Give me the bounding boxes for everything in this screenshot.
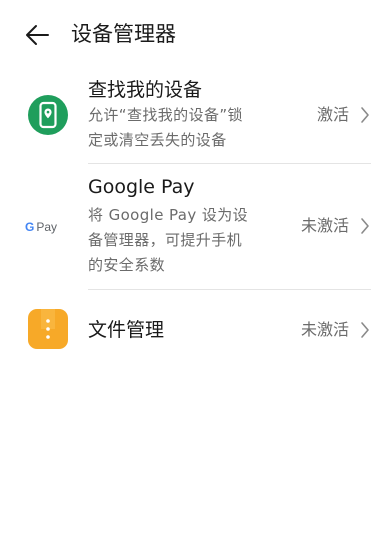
row-description-line: 将 Google Pay 设为设 [88, 206, 249, 224]
row-title: 文件管理 [88, 319, 165, 341]
device-admin-row-find-device[interactable]: 查找我的设备 允许“查找我的设备”锁 定或清空丢失的设备 激活 [0, 72, 385, 164]
google-pay-icon: G Pay [25, 216, 71, 236]
row-title: Google Pay [88, 176, 195, 198]
google-pay-icon-pay: Pay [36, 220, 58, 234]
row-description-line: 的安全系数 [88, 256, 166, 274]
row-title: 查找我的设备 [88, 79, 203, 101]
status-label: 激活 [316, 105, 349, 124]
find-device-icon [28, 95, 68, 135]
row-description: 允许“查找我的设备”锁 定或清空丢失的设备 [88, 103, 278, 153]
row-description-line: 定或清空丢失的设备 [88, 131, 227, 149]
row-description-line: 允许“查找我的设备”锁 [88, 106, 243, 124]
chevron-right-icon [361, 218, 369, 234]
row-description: 将 Google Pay 设为设 备管理器，可提升手机 的安全系数 [88, 203, 278, 278]
file-manager-icon [28, 309, 68, 349]
chevron-right-icon [361, 107, 369, 123]
page-title: 设备管理器 [71, 22, 176, 46]
row-description-line: 备管理器，可提升手机 [88, 231, 243, 249]
google-pay-icon-g: G [25, 220, 35, 234]
status-label: 未激活 [300, 216, 349, 235]
device-admin-row-file-manager[interactable]: 文件管理 未激活 [0, 290, 385, 370]
chevron-right-icon [361, 322, 369, 338]
app-header: 设备管理器 [0, 0, 385, 70]
status-label: 未激活 [300, 320, 349, 339]
device-admin-row-google-pay[interactable]: G Pay Google Pay 将 Google Pay 设为设 备管理器，可提… [0, 164, 385, 288]
back-arrow-icon[interactable] [22, 20, 52, 50]
